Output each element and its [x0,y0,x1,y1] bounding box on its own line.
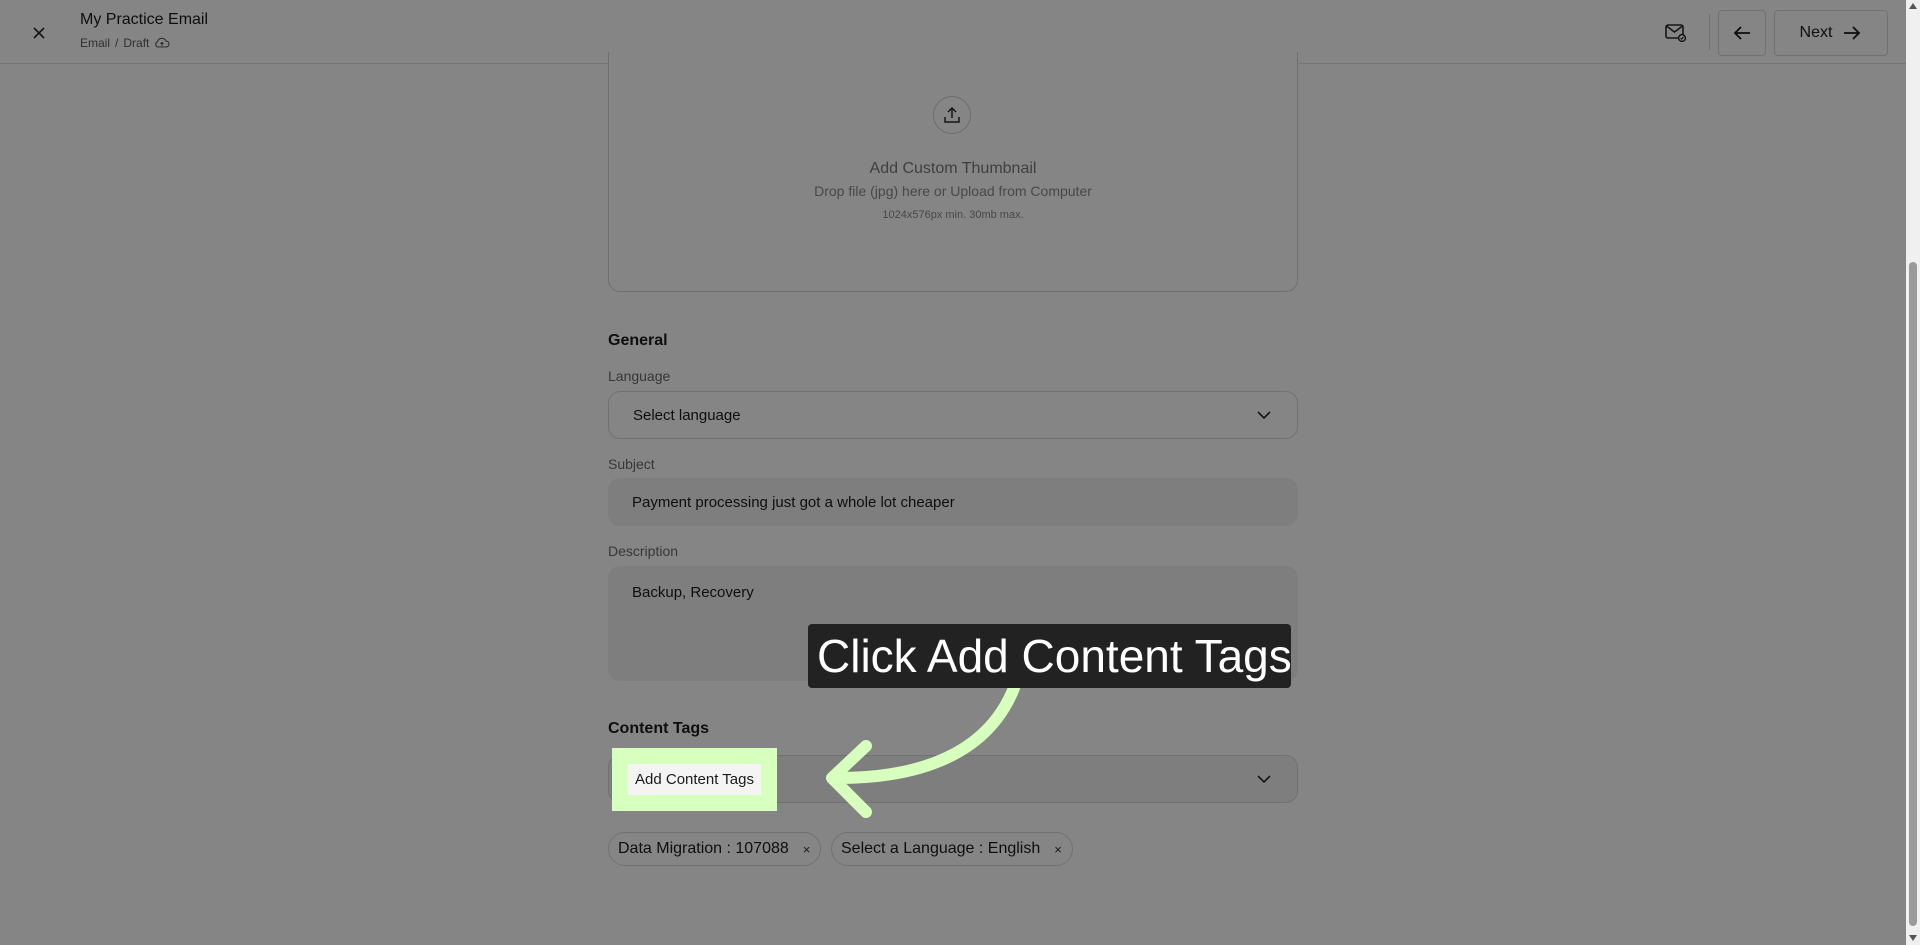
chevron-down-icon [1257,775,1271,784]
subject-label: Subject [608,456,655,472]
language-label: Language [608,368,671,384]
chevron-down-icon [1257,411,1271,420]
tag-chip-label: Data Migration : 107088 [618,840,789,857]
upload-instructions: Drop file (jpg) here or Upload from Comp… [814,183,1092,199]
upload-limits: 1024x576px min. 30mb max. [882,209,1024,221]
tag-chip: Select a Language : English × [831,832,1073,866]
remove-tag-icon[interactable]: × [803,843,811,856]
upload-title: Add Custom Thumbnail [869,160,1037,177]
general-heading: General [608,332,668,349]
arrow-left-icon [1733,26,1750,40]
description-label: Description [608,543,679,559]
close-button[interactable] [24,18,54,48]
remove-tag-icon[interactable]: × [1054,843,1062,856]
header-divider [1709,14,1710,50]
add-content-tags-button[interactable]: Add Content Tags [628,764,761,795]
cloud-upload-icon [155,37,170,48]
scroll-down-arrow[interactable] [1909,935,1917,941]
mail-settings-icon [1665,24,1687,43]
thumbnail-dropzone[interactable]: Add Custom Thumbnail Drop file (jpg) her… [608,52,1298,292]
upload-icon [944,106,960,123]
language-select[interactable]: Select language [608,391,1298,439]
arrow-right-icon [1844,26,1861,40]
breadcrumb-email[interactable]: Email [80,36,110,50]
description-value: Backup, Recovery [632,584,754,601]
language-select-value: Select language [633,406,741,424]
breadcrumb-draft: Draft [123,36,150,50]
page-title: My Practice Email [80,11,209,28]
tag-chip-label: Select a Language : English [841,840,1041,857]
page: My Practice Email Email / Draft Next Add… [0,0,1920,945]
email-preview-button[interactable] [1652,10,1700,56]
scroll-up-arrow[interactable] [1909,3,1917,9]
add-content-tags-label: Add Content Tags [635,771,754,788]
tutorial-callout: Click Add Content Tags [808,624,1292,688]
subject-input[interactable]: Payment processing just got a whole lot … [608,478,1298,526]
tag-chip: Data Migration : 107088 × [608,832,822,866]
breadcrumb-separator: / [115,36,119,50]
content-tags-heading: Content Tags [608,720,710,737]
breadcrumb: Email / Draft [80,36,170,50]
next-button-label: Next [1799,24,1833,41]
back-button[interactable] [1718,10,1766,56]
scrollbar-thumb[interactable] [1909,262,1917,926]
close-icon [33,27,45,39]
next-button[interactable]: Next [1774,10,1888,56]
upload-button[interactable] [933,96,971,134]
tutorial-highlight: Add Content Tags [612,748,777,811]
subject-input-value: Payment processing just got a whole lot … [632,493,955,511]
